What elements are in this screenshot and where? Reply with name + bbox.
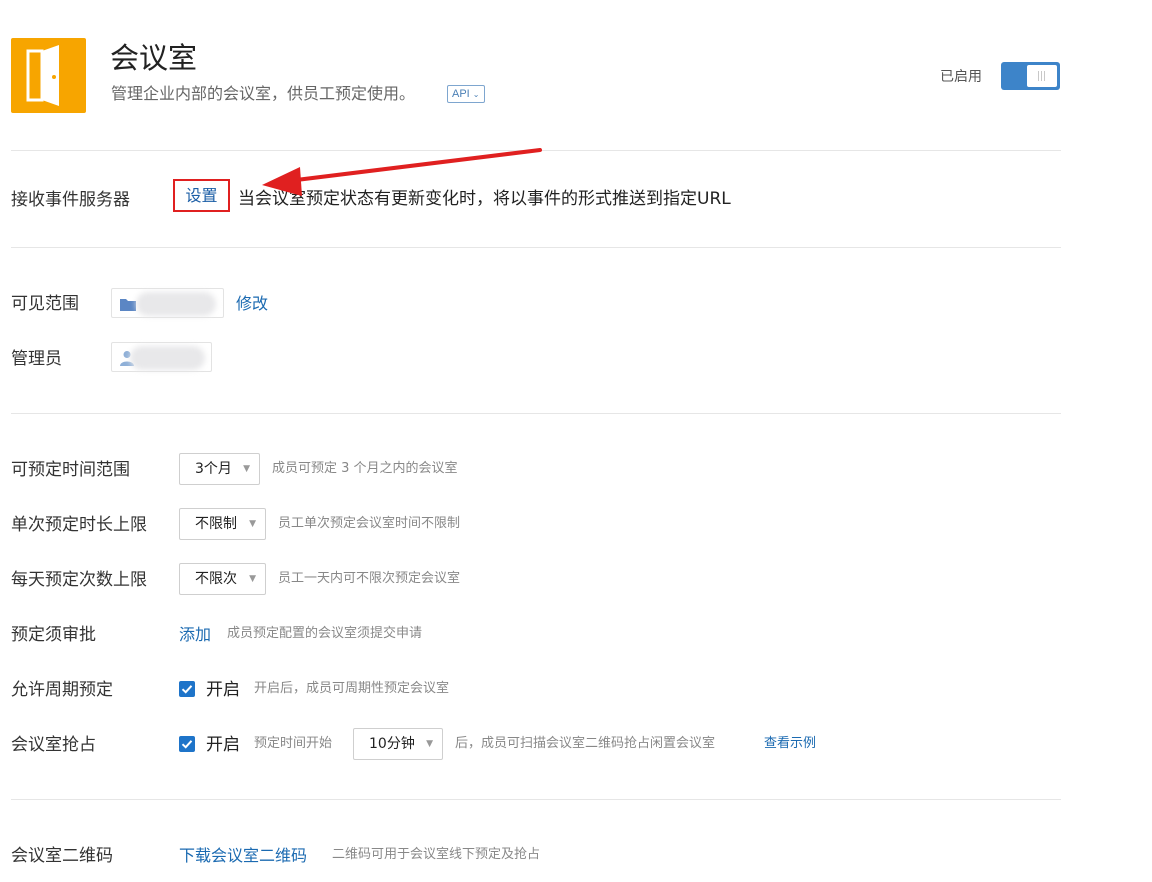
- approval-label: 预定须审批: [11, 625, 96, 645]
- caret-down-icon: ▼: [249, 574, 256, 584]
- grab-hint-before: 预定时间开始: [254, 736, 333, 751]
- duration-limit-select[interactable]: 不限制 ▼: [179, 508, 266, 540]
- folder-icon: [120, 299, 136, 311]
- divider: [11, 799, 1061, 800]
- recurring-hint: 开启后，成员可周期性预定会议室: [254, 681, 450, 696]
- door-icon: [26, 45, 59, 106]
- redacted-name: [136, 292, 216, 316]
- grab-time-select[interactable]: 10分钟 ▼: [353, 728, 443, 760]
- visibility-edit-link[interactable]: 修改: [236, 292, 268, 316]
- event-server-label: 接收事件服务器: [11, 190, 130, 210]
- grab-label: 会议室抢占: [11, 735, 96, 755]
- visibility-department-chip: [111, 288, 224, 318]
- check-icon: [181, 740, 193, 749]
- duration-limit-value: 不限制: [195, 516, 237, 532]
- api-badge-label: API: [452, 88, 470, 100]
- qrcode-download-link[interactable]: 下载会议室二维码: [179, 844, 307, 868]
- duration-limit-hint: 员工单次预定会议室时间不限制: [278, 516, 461, 531]
- recurring-label: 允许周期预定: [11, 680, 113, 700]
- recurring-checkbox[interactable]: [179, 681, 195, 697]
- approval-hint: 成员预定配置的会议室须提交申请: [227, 626, 423, 641]
- admin-label: 管理员: [11, 349, 62, 369]
- divider: [11, 247, 1061, 248]
- redacted-name: [130, 346, 205, 370]
- grab-checkbox[interactable]: [179, 736, 195, 752]
- daily-limit-label: 每天预定次数上限: [11, 570, 147, 590]
- booking-range-hint: 成员可预定 3 个月之内的会议室: [272, 461, 458, 476]
- qrcode-label: 会议室二维码: [11, 846, 113, 866]
- check-icon: [181, 685, 193, 694]
- meeting-room-app-icon: [11, 38, 86, 113]
- annotation-arrow-icon: [262, 148, 542, 196]
- caret-down-icon: ▼: [426, 739, 433, 749]
- event-server-set-button[interactable]: 设置: [173, 179, 230, 212]
- approval-add-link[interactable]: 添加: [179, 623, 211, 647]
- daily-limit-select[interactable]: 不限次 ▼: [179, 563, 266, 595]
- grab-example-link[interactable]: 查看示例: [764, 734, 816, 754]
- duration-limit-label: 单次预定时长上限: [11, 515, 147, 535]
- divider: [11, 413, 1061, 414]
- status-label: 已启用: [940, 69, 982, 85]
- caret-down-icon: ▼: [243, 464, 250, 474]
- grab-hint-after: 后，成员可扫描会议室二维码抢占闲置会议室: [455, 736, 716, 751]
- toggle-knob: [1027, 65, 1057, 87]
- daily-limit-hint: 员工一天内可不限次预定会议室: [278, 571, 461, 586]
- chevron-down-icon: ⌄: [472, 90, 480, 99]
- admin-user-chip: [111, 342, 212, 372]
- grab-time-value: 10分钟: [369, 736, 415, 752]
- booking-range-value: 3个月: [195, 461, 232, 477]
- recurring-check-label: 开启: [206, 680, 240, 700]
- api-dropdown[interactable]: API ⌄: [447, 85, 485, 103]
- caret-down-icon: ▼: [249, 519, 256, 529]
- enable-toggle[interactable]: [1001, 62, 1060, 90]
- app-title: 会议室: [110, 41, 198, 75]
- grab-check-label: 开启: [206, 735, 240, 755]
- qrcode-hint: 二维码可用于会议室线下预定及抢占: [332, 847, 541, 862]
- app-description: 管理企业内部的会议室，供员工预定使用。: [111, 84, 416, 103]
- daily-limit-value: 不限次: [195, 571, 237, 587]
- visibility-label: 可见范围: [11, 294, 79, 314]
- booking-range-label: 可预定时间范围: [11, 460, 130, 480]
- booking-range-select[interactable]: 3个月 ▼: [179, 453, 260, 485]
